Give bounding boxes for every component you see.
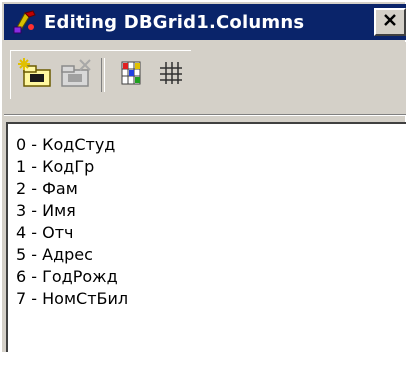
list-item[interactable]: 5 - Адрес	[16, 244, 128, 266]
columns-listbox[interactable]: 0 - КодСтуд 1 - КодГр 2 - Фам 3 - Имя 4 …	[6, 122, 406, 352]
toolbar	[4, 42, 406, 116]
close-icon	[383, 13, 397, 32]
delete-icon	[58, 58, 92, 93]
list-item[interactable]: 7 - НомСтБил	[16, 288, 128, 310]
close-button[interactable]	[374, 8, 406, 36]
title-bar[interactable]: Editing DBGrid1.Columns	[4, 4, 406, 40]
list-item[interactable]: 0 - КодСтуд	[16, 134, 128, 156]
editor-window: Editing DBGrid1.Columns 0 - КодСтуд 1 - …	[0, 0, 406, 371]
restore-defaults-icon	[156, 58, 186, 93]
window-title: Editing DBGrid1.Columns	[44, 11, 305, 33]
toolbar-separator	[101, 58, 105, 92]
add-new-button[interactable]	[15, 55, 55, 95]
add-all-fields-button[interactable]	[111, 55, 151, 95]
restore-defaults-button[interactable]	[151, 55, 191, 95]
toolbar-divider	[4, 114, 406, 116]
list-item[interactable]: 2 - Фам	[16, 178, 128, 200]
columns-list: 0 - КодСтуд 1 - КодГр 2 - Фам 3 - Имя 4 …	[16, 134, 128, 310]
app-icon	[10, 8, 38, 36]
delete-button[interactable]	[55, 55, 95, 95]
list-item[interactable]: 6 - ГодРожд	[16, 266, 128, 288]
add-new-icon	[18, 57, 52, 93]
list-item[interactable]: 4 - Отч	[16, 222, 128, 244]
add-all-fields-icon	[116, 58, 146, 93]
list-item[interactable]: 1 - КодГр	[16, 156, 128, 178]
bottom-area	[2, 352, 406, 371]
toolbar-buttons	[10, 50, 191, 99]
list-item[interactable]: 3 - Имя	[16, 200, 128, 222]
